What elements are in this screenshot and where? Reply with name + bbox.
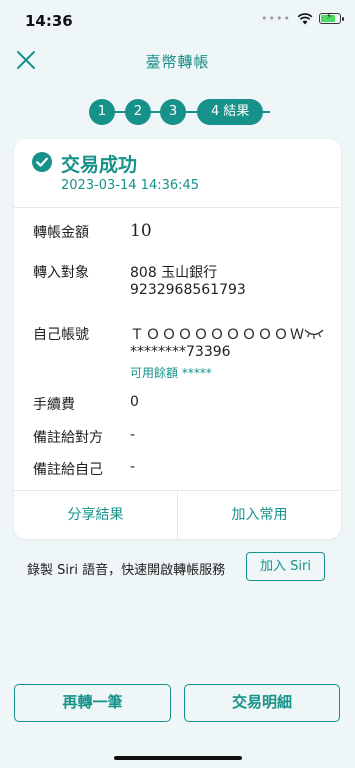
own-account-name: ＴＯＯＯＯＯＯＯＯＯＷ bbox=[130, 327, 306, 343]
transfer-again-button[interactable]: 再轉一筆 bbox=[14, 684, 171, 722]
fee-value: 0 bbox=[130, 394, 139, 410]
check-circle-icon bbox=[32, 152, 52, 172]
result-timestamp: 2023-03-14 14:36:45 bbox=[61, 178, 200, 193]
step-3: 3 bbox=[160, 99, 186, 125]
status-time: 14:36 bbox=[25, 12, 73, 30]
amount-value: 10 bbox=[130, 221, 152, 241]
eye-closed-icon[interactable] bbox=[304, 328, 324, 340]
add-siri-button[interactable]: 加入 Siri bbox=[246, 552, 325, 581]
signal-icon: •••• bbox=[261, 12, 291, 25]
available-balance-link[interactable]: 可用餘額 ***** bbox=[130, 364, 212, 381]
card-actions: 分享結果 加入常用 bbox=[14, 490, 341, 539]
own-account-label: 自己帳號 bbox=[33, 327, 89, 343]
status-icons: •••• ⚡ bbox=[261, 12, 344, 25]
step-1: 1 bbox=[89, 99, 115, 125]
memo-self-label: 備註給自己 bbox=[33, 462, 103, 478]
battery-charging-icon: ⚡ bbox=[319, 12, 344, 24]
fee-label: 手續費 bbox=[33, 397, 75, 413]
amount-label: 轉帳金額 bbox=[33, 225, 89, 241]
step-2: 2 bbox=[125, 99, 151, 125]
step-indicator: 1 2 3 4 結果 bbox=[0, 99, 355, 125]
share-result-button[interactable]: 分享結果 bbox=[14, 491, 177, 539]
add-favorite-button[interactable]: 加入常用 bbox=[177, 491, 341, 539]
memo-payee-label: 備註給對方 bbox=[33, 430, 103, 446]
home-indicator bbox=[114, 756, 242, 760]
payee-label: 轉入對象 bbox=[33, 265, 89, 281]
nav-bar: 臺幣轉帳 bbox=[0, 44, 355, 78]
transaction-details-button[interactable]: 交易明細 bbox=[184, 684, 340, 722]
result-card: 交易成功 2023-03-14 14:36:45 轉帳金額 10 轉入對象 80… bbox=[14, 139, 341, 539]
own-account-number: ********73396 bbox=[130, 344, 231, 360]
payee-account: 9232968561793 bbox=[130, 282, 246, 298]
result-title: 交易成功 bbox=[61, 154, 138, 176]
status-bar: 14:36 •••• ⚡ bbox=[0, 0, 355, 44]
step-4-current: 4 結果 bbox=[197, 99, 264, 125]
wifi-icon bbox=[297, 12, 313, 24]
page-title: 臺幣轉帳 bbox=[145, 53, 210, 71]
result-header: 交易成功 2023-03-14 14:36:45 bbox=[14, 139, 341, 208]
memo-self-value: - bbox=[130, 459, 136, 475]
payee-bank: 808 玉山銀行 bbox=[130, 265, 218, 281]
siri-prompt: 錄製 Siri 語音，快速開啟轉帳服務 bbox=[27, 563, 226, 578]
memo-payee-value: - bbox=[130, 427, 136, 443]
